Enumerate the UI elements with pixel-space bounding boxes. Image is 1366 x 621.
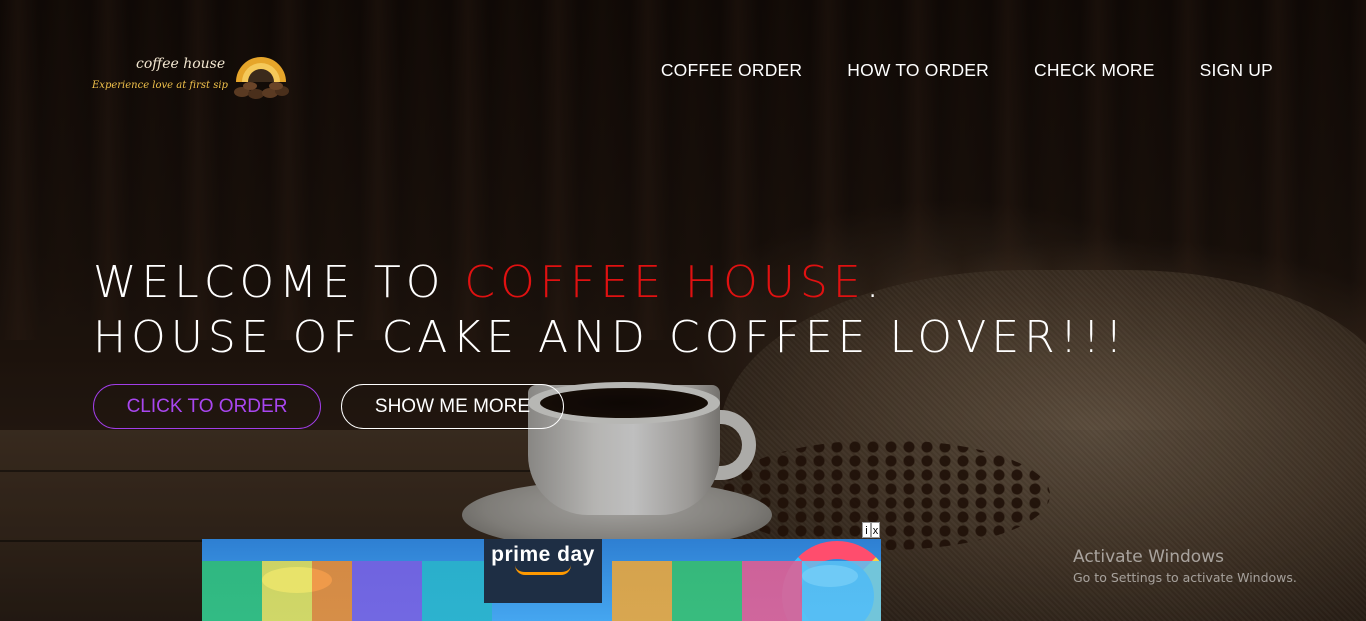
ad-close-icon[interactable]: x [871,522,880,538]
show-me-more-button[interactable]: SHOW ME MORE [341,384,564,429]
watermark-title: Activate Windows [1073,547,1224,567]
coffee-beans-sunrise-icon [234,57,289,99]
main-navigation: COFFEE ORDER HOW TO ORDER CHECK MORE SIG… [661,60,1273,81]
nav-sign-up[interactable]: SIGN UP [1200,60,1273,81]
site-logo[interactable]: coffee house Experience love at first si… [90,52,295,104]
logo-tagline: Experience love at first sip [92,80,228,91]
hero-highlight: COFFEE HOUSE [464,257,866,308]
hero-line2: HOUSE OF CAKE AND COFFEE LOVER!!! [93,312,1128,363]
nav-how-to-order[interactable]: HOW TO ORDER [847,60,989,81]
windows-activation-watermark: Activate Windows Go to Settings to activ… [1073,547,1297,585]
hero-heading: WELCOME TO COFFEE HOUSE. HOUSE OF CAKE A… [93,255,1128,365]
nav-check-more[interactable]: CHECK MORE [1034,60,1155,81]
hero-line1-prefix: WELCOME TO [93,257,465,308]
ad-logo-panel: prime day [484,539,602,603]
ad-prime-day-text: prime day [491,543,595,566]
ad-banner[interactable]: prime day [202,539,881,621]
watermark-subtitle: Go to Settings to activate Windows. [1073,570,1297,585]
click-to-order-button[interactable]: CLICK TO ORDER [93,384,321,429]
ad-info-icon[interactable]: i [862,522,871,538]
nav-coffee-order[interactable]: COFFEE ORDER [661,60,802,81]
ad-choices-badge: i x [862,522,880,538]
amazon-smile-icon [515,565,571,575]
hero-line1-suffix: . [865,257,885,308]
logo-name: coffee house [136,56,226,72]
